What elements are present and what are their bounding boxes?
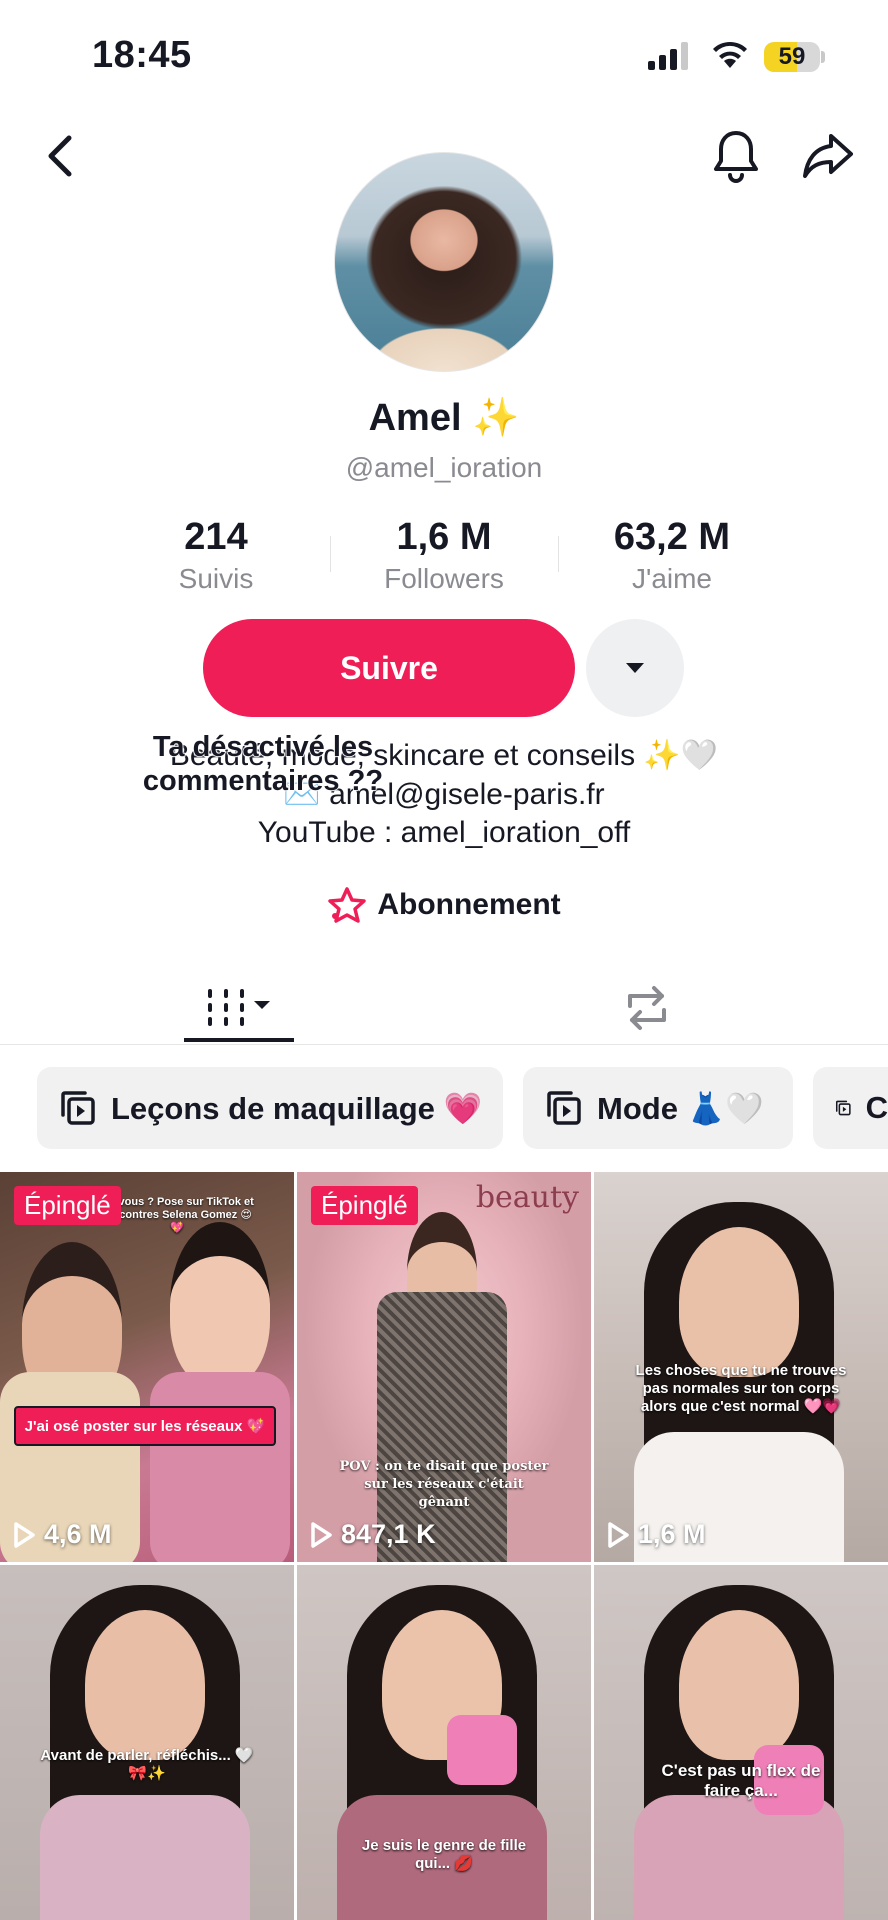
stat-divider [558,536,559,572]
view-count: 1,6 M [606,1519,706,1550]
stat-followers-value: 1,6 M [396,516,492,558]
stat-following-label: Suivis [178,563,254,594]
caret-down-icon [626,663,644,673]
playlist-label: Leçons de maquillage 💗 [111,1090,483,1126]
profile-handle: @amel_ioration [345,452,543,483]
notifications-button[interactable] [706,126,766,186]
video-tile[interactable]: Avant de parler, réfléchis... 🤍🎀✨ [0,1565,294,1920]
view-count-value: 4,6 M [44,1519,112,1549]
view-count-value: 847,1 K [341,1519,436,1549]
video-caption: Avant de parler, réfléchis... 🤍🎀✨ [40,1747,254,1782]
bio-line: YouTube : amel_ioration_off [257,816,631,849]
subscription-label: Abonnement [377,888,561,921]
stat-likes-label: J'aime [631,563,713,594]
stat-likes-value: 63,2 M [613,516,731,558]
stat-following-value: 214 [184,516,248,558]
cellular-signal-icon [648,42,690,75]
play-icon [608,1521,629,1548]
tab-videos[interactable] [184,972,294,1044]
view-count-value: 1,6 M [638,1519,706,1549]
video-caption: C'est pas un flex de faire ça... [661,1761,821,1800]
profile-name-row: Amel ✨ [0,396,888,440]
grid-bars-icon [208,989,270,1026]
video-caption: Les choses que tu ne trouves pas normale… [635,1362,847,1415]
stat-divider [330,536,331,572]
playlist-chip[interactable]: Mode 👗🤍 [523,1067,793,1149]
chevron-left-icon [48,135,72,177]
repost-icon [628,986,666,1030]
profile-name: Amel [368,397,462,439]
playlist-label: C [865,1090,888,1125]
share-arrow-icon [803,134,853,178]
share-button[interactable] [798,126,858,186]
tabs-divider [0,1044,888,1045]
play-icon [14,1521,35,1548]
video-caption: J'ai osé poster sur les réseaux 💖 [14,1406,276,1446]
status-time: 18:45 [92,34,192,76]
stat-followers-label: Followers [384,563,504,594]
view-count: 4,6 M [12,1519,112,1550]
video-tile[interactable]: Les choses que tu ne trouves pas normale… [594,1172,888,1562]
suggested-accounts-button[interactable] [586,619,684,717]
pinned-badge: Épinglé [14,1186,121,1225]
stat-following[interactable]: 214 Suivis [106,516,326,595]
view-count: 847,1 K [309,1519,436,1550]
playlist-chip[interactable]: Leçons de maquillage 💗 [37,1067,503,1149]
back-button[interactable] [30,126,90,186]
brand-watermark: beauty [475,1180,579,1215]
playlist-label: Mode 👗🤍 [597,1090,764,1126]
video-tile[interactable]: Je suis le genre de fille qui... 💋 [297,1565,591,1920]
video-tile[interactable]: beauty POV : on te disait que poster sur… [297,1172,591,1562]
video-caption: Je suis le genre de fille qui... 💋 [361,1837,527,1872]
bell-icon [714,131,758,183]
video-tile[interactable]: lez-vous ? Pose sur TikTok et rencontres… [0,1172,294,1562]
playlist-icon [547,1091,581,1125]
play-icon [311,1521,332,1548]
battery-percentage: 59 [778,43,806,70]
pinned-badge: Épinglé [311,1186,418,1225]
profile-avatar[interactable] [334,152,554,372]
active-tab-indicator [184,1038,294,1042]
stat-followers[interactable]: 1,6 M Followers [334,516,554,595]
overlay-caption: Ta désactivé les commentaires ?? [142,730,384,798]
video-tile[interactable]: C'est pas un flex de faire ça... [594,1565,888,1920]
playlist-chip[interactable]: C [813,1067,888,1149]
video-caption: POV : on te disait que poster sur les ré… [339,1459,549,1510]
star-badge-icon [328,887,367,923]
wifi-icon [712,40,748,75]
playlist-icon [835,1100,851,1116]
battery-icon: 59 [764,42,826,74]
tab-reposts[interactable] [592,972,702,1044]
sparkles-emoji: ✨ [472,397,520,439]
stat-likes[interactable]: 63,2 M J'aime [562,516,782,595]
follow-button[interactable]: Suivre [203,619,575,717]
subscription-link[interactable]: Abonnement [0,886,888,924]
playlist-icon [61,1091,95,1125]
